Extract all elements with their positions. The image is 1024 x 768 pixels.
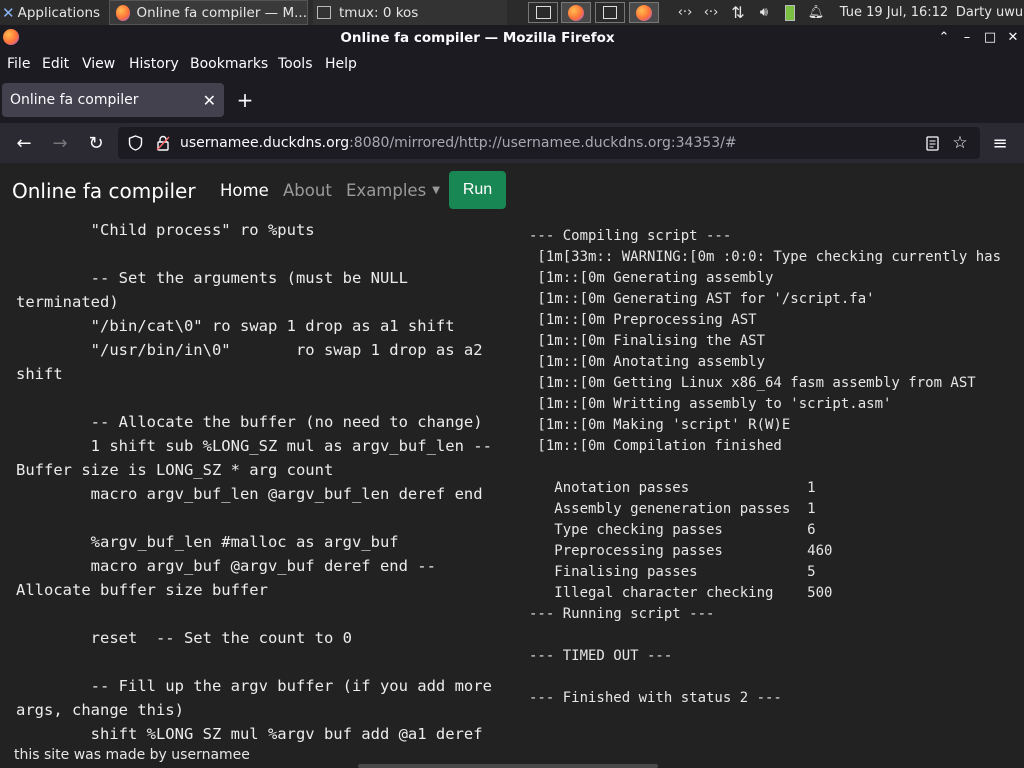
- network-icon-2[interactable]: ‹·›: [700, 0, 722, 25]
- user-label[interactable]: Darty uwu: [955, 0, 1024, 25]
- workspace-terminal-button[interactable]: [528, 2, 558, 23]
- taskbar-item-firefox[interactable]: Online fa compiler — M...: [109, 0, 308, 25]
- transfer-arrows-icon[interactable]: ⇅: [727, 0, 749, 25]
- nav-about-link[interactable]: About: [283, 163, 332, 218]
- workspace-firefox-button-2[interactable]: [629, 2, 659, 23]
- site-navbar: Online fa compiler Home About Examples ▼…: [0, 163, 1024, 218]
- menu-file[interactable]: File: [7, 50, 30, 78]
- taskbar-item-tmux[interactable]: tmux: 0 kos: [313, 0, 507, 25]
- url-bar[interactable]: usernamee.duckdns.org:8080/mirrored/http…: [118, 127, 980, 159]
- network-icon[interactable]: ‹·›: [674, 0, 696, 25]
- window-titlebar: Online fa compiler — Mozilla Firefox ⌃ –…: [0, 25, 1024, 50]
- run-button[interactable]: Run: [449, 171, 506, 209]
- close-window-button[interactable]: ✕: [1002, 25, 1024, 50]
- window-title: Online fa compiler — Mozilla Firefox: [340, 29, 615, 46]
- code-editor[interactable]: "Child process" ro %puts -- Set the argu…: [0, 218, 515, 750]
- workspace-firefox-button[interactable]: [561, 2, 591, 23]
- firefox-icon: [568, 4, 584, 21]
- system-panel: ✕ Applications Online fa compiler — M...…: [0, 0, 1024, 25]
- app-menu-button[interactable]: ≡: [986, 129, 1014, 157]
- applications-label: Applications: [17, 4, 101, 21]
- url-host: usernamee.duckdns.org: [180, 135, 350, 151]
- site-brand[interactable]: Online fa compiler: [12, 163, 196, 218]
- hamburger-icon: ≡: [992, 132, 1008, 154]
- footer-text: this site was made by usernamee: [14, 747, 250, 763]
- menu-help[interactable]: Help: [325, 50, 357, 78]
- code-text[interactable]: "Child process" ro %puts -- Set the argu…: [16, 218, 506, 746]
- battery-icon[interactable]: [780, 0, 800, 25]
- maximize-button[interactable]: □: [979, 25, 1001, 50]
- menu-view[interactable]: View: [82, 50, 115, 78]
- reload-icon: ↻: [88, 132, 104, 154]
- terminal-icon: [535, 6, 551, 19]
- menu-bar: File Edit View History Bookmarks Tools H…: [0, 50, 1024, 78]
- nav-home-link[interactable]: Home: [220, 163, 269, 218]
- menu-bookmarks[interactable]: Bookmarks: [190, 50, 268, 78]
- taskbar-item-label: Online fa compiler — M...: [136, 4, 307, 21]
- xfce-mouse-icon: ✕: [2, 3, 15, 22]
- menu-tools[interactable]: Tools: [278, 50, 313, 78]
- arrow-left-icon: ←: [16, 132, 32, 154]
- reload-button[interactable]: ↻: [82, 129, 110, 157]
- minimize-button[interactable]: ⌃: [933, 25, 955, 50]
- new-tab-button[interactable]: +: [234, 83, 256, 117]
- clock[interactable]: Tue 19 Jul, 16:12: [838, 0, 950, 25]
- window-icon: [603, 6, 617, 19]
- bell-icon[interactable]: 🔔︎: [806, 0, 826, 25]
- bookmark-star-icon[interactable]: ☆: [948, 127, 972, 159]
- caret-down-icon: ▼: [432, 185, 440, 196]
- tab-bar: Online fa compiler ✕ +: [0, 78, 1024, 123]
- volume-icon[interactable]: 🔊︎: [753, 0, 775, 25]
- tab-label: Online fa compiler: [10, 92, 139, 108]
- terminal-icon: [317, 6, 331, 19]
- shield-icon[interactable]: [124, 127, 146, 159]
- menu-history[interactable]: History: [129, 50, 179, 78]
- navigation-toolbar: ← → ↻ usernamee.duckdns.org:8080/mirrore…: [0, 123, 1024, 163]
- firefox-icon: [116, 4, 131, 21]
- tab-online-fa-compiler[interactable]: Online fa compiler ✕: [2, 83, 224, 117]
- reader-view-icon[interactable]: [920, 127, 944, 159]
- close-tab-button[interactable]: ✕: [203, 83, 216, 117]
- forward-button[interactable]: →: [46, 129, 74, 157]
- horizontal-scrollbar[interactable]: [358, 764, 658, 768]
- applications-menu[interactable]: ✕ Applications: [2, 0, 106, 25]
- lock-warning-icon[interactable]: [152, 127, 174, 159]
- taskbar-item-label: tmux: 0 kos: [339, 4, 419, 21]
- workspace-window-button[interactable]: [595, 2, 625, 23]
- nav-examples-dropdown[interactable]: Examples ▼: [346, 163, 440, 218]
- output-text: --- Compiling script --- [1m[33m:: WARNI…: [529, 228, 1002, 706]
- nav-examples-label: Examples: [346, 181, 427, 200]
- url-text[interactable]: usernamee.duckdns.org:8080/mirrored/http…: [180, 127, 737, 159]
- back-button[interactable]: ←: [10, 129, 38, 157]
- url-path: :8080/mirrored/http://usernamee.duckdns.…: [349, 135, 737, 151]
- arrow-right-icon: →: [52, 132, 68, 154]
- firefox-icon: [636, 4, 652, 21]
- restore-button[interactable]: –: [956, 25, 978, 50]
- output-panel: --- Compiling script --- [1m[33m:: WARNI…: [515, 218, 1024, 750]
- menu-edit[interactable]: Edit: [42, 50, 69, 78]
